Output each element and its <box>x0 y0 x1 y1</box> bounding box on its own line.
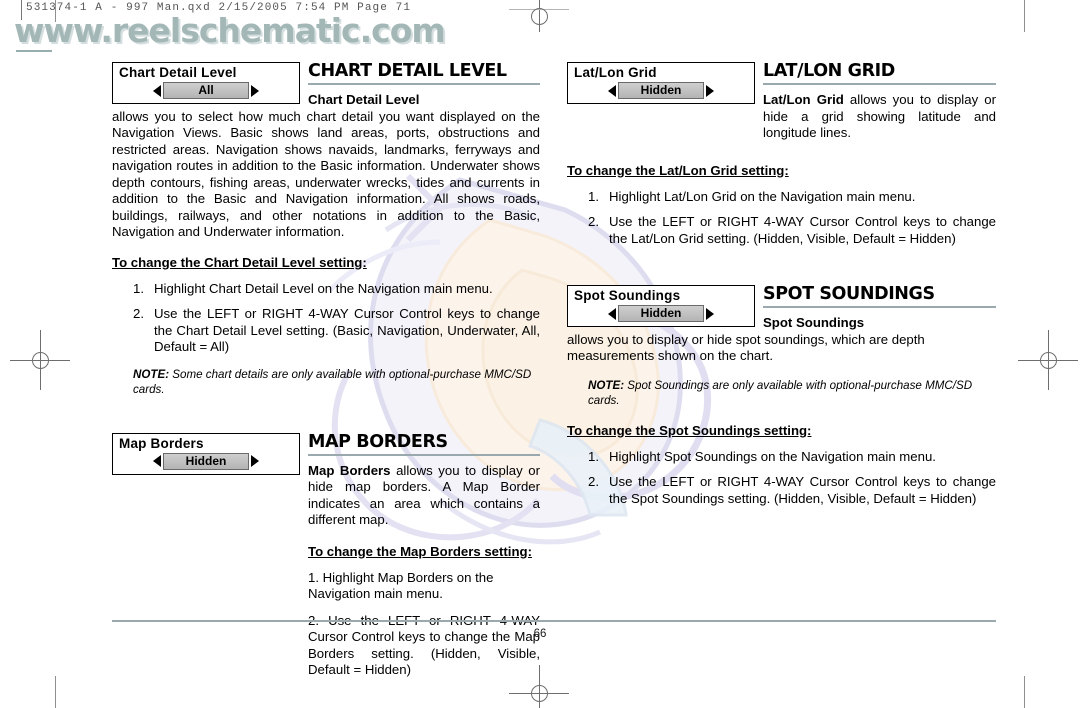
document-page: 531374-1 A - 997 Man.qxd 2/15/2005 7:54 … <box>0 0 1080 708</box>
watermark-underline <box>16 50 52 52</box>
heading-rule <box>763 83 996 85</box>
crop-bar-bottom-left <box>55 676 56 708</box>
steps-chart-detail-level: 1. Highlight Chart Detail Level on the N… <box>112 281 540 356</box>
section-heading: CHART DETAIL LEVEL <box>308 61 507 81</box>
subheading-chart-detail-level: To change the Chart Detail Level setting… <box>112 254 367 270</box>
intro-bold-term: Spot Soundings <box>763 315 865 330</box>
step-text: Use the LEFT or RIGHT 4-WAY Cursor Contr… <box>609 214 996 246</box>
steps-lat-lon-grid: 1. Highlight Lat/Lon Grid on the Navigat… <box>567 189 996 248</box>
section-map-borders: Map Borders Hidden MAP BORDERS Map Borde… <box>112 431 540 679</box>
right-arrow-icon[interactable] <box>706 307 714 320</box>
section-heading: MAP BORDERS <box>308 431 448 452</box>
heading-rule <box>308 83 540 85</box>
section-body: Lat/Lon Grid allows you to display or hi… <box>763 92 996 142</box>
intro-paragraph-lead: Chart Detail Level <box>308 92 540 109</box>
step-number: 2. <box>588 214 599 229</box>
registration-mark-right <box>1018 330 1078 390</box>
section-body: allows you to display or hide spot sound… <box>567 331 925 364</box>
section-chart-detail-level: Chart Detail Level All CHART DETAIL LEVE… <box>112 62 540 397</box>
crop-bar-bottom-right <box>1024 676 1025 708</box>
step-text: Highlight Lat/Lon Grid on the Navigation… <box>609 188 916 204</box>
step-number: 1. <box>588 188 599 204</box>
step-number: 2. <box>588 474 599 489</box>
section-spot-soundings: Spot Soundings Hidden SPOT SOUNDINGS Spo… <box>567 285 996 507</box>
section-body: Map Borders allows you to display or hid… <box>308 463 540 529</box>
heading-rule <box>763 306 996 308</box>
step-text: Highlight Spot Soundings on the Navigati… <box>609 448 936 464</box>
step-item: 1. Highlight Map Borders on the Navigati… <box>308 569 494 602</box>
step-item: 1. Highlight Chart Detail Level on the N… <box>112 281 540 298</box>
section-body: allows you to select how much chart deta… <box>112 108 540 240</box>
note-label: NOTE: <box>588 378 625 392</box>
registration-mark-left <box>10 330 70 390</box>
footer-rule <box>112 620 996 622</box>
note-label: NOTE: <box>133 367 170 381</box>
registration-mark-top <box>509 0 569 32</box>
page-number: 66 <box>533 628 547 640</box>
menu-widget-value[interactable]: Hidden <box>163 452 249 470</box>
step-item: 2. Use the LEFT or RIGHT 4-WAY Cursor Co… <box>112 306 540 356</box>
menu-widget-spot-soundings[interactable]: Spot Soundings Hidden <box>567 285 755 327</box>
step-text: Use the LEFT or RIGHT 4-WAY Cursor Contr… <box>609 474 996 506</box>
left-arrow-icon[interactable] <box>153 455 161 467</box>
steps-spot-soundings: 1. Highlight Spot Soundings on the Navig… <box>567 449 996 508</box>
subheading-spot-soundings: To change the Spot Soundings setting: <box>567 422 812 438</box>
menu-widget-chart-detail-level[interactable]: Chart Detail Level All <box>112 62 300 104</box>
step-number: 1. <box>588 448 599 464</box>
menu-widget-value[interactable]: Hidden <box>618 82 704 99</box>
right-column: Lat/Lon Grid Hidden LAT/LON GRID Lat/Lon… <box>567 62 996 507</box>
step-item: 1. Highlight Lat/Lon Grid on the Navigat… <box>567 189 996 206</box>
step-item: 2. Use the LEFT or RIGHT 4-WAY Cursor Co… <box>567 474 996 507</box>
right-arrow-icon[interactable] <box>706 84 714 97</box>
step-item: 2. Use the LEFT or RIGHT 4-WAY Cursor Co… <box>567 214 996 247</box>
left-arrow-icon[interactable] <box>153 84 161 97</box>
step-number: 2. <box>133 306 144 321</box>
step-number: 1. <box>133 280 144 296</box>
note-text: Some chart details are only available wi… <box>133 367 532 396</box>
subheading-lat-lon-grid: To change the Lat/Lon Grid setting: <box>567 162 789 178</box>
section-heading: SPOT SOUNDINGS <box>763 284 935 304</box>
step-text: Highlight Chart Detail Level on the Navi… <box>154 280 493 296</box>
step-text: Use the LEFT or RIGHT 4-WAY Cursor Contr… <box>154 306 540 354</box>
right-arrow-icon[interactable] <box>251 455 259 467</box>
note-text: Spot Soundings are only available with o… <box>588 378 973 407</box>
step-item: 1. Highlight Spot Soundings on the Navig… <box>567 449 996 466</box>
section-lat-lon-grid: Lat/Lon Grid Hidden LAT/LON GRID Lat/Lon… <box>567 62 996 247</box>
intro-paragraph-lead: Spot Soundings <box>763 315 996 332</box>
intro-bold-term: Map Borders <box>308 462 391 478</box>
menu-widget-title: Spot Soundings <box>574 288 681 303</box>
subheading-map-borders: To change the Map Borders setting: <box>308 543 532 559</box>
menu-widget-title: Chart Detail Level <box>119 65 237 80</box>
menu-widget-lat-lon-grid[interactable]: Lat/Lon Grid Hidden <box>567 62 755 104</box>
crop-bar-top-right <box>1024 0 1025 32</box>
menu-widget-map-borders[interactable]: Map Borders Hidden <box>112 432 300 475</box>
site-watermark: www.reelschematic.com <box>14 11 446 50</box>
left-arrow-icon[interactable] <box>608 307 616 320</box>
menu-widget-title: Map Borders <box>119 435 204 451</box>
menu-widget-title: Lat/Lon Grid <box>574 65 657 80</box>
note-spot-soundings: NOTE: Spot Soundings are only available … <box>567 378 996 408</box>
left-arrow-icon[interactable] <box>608 84 616 97</box>
left-column: Chart Detail Level All CHART DETAIL LEVE… <box>112 62 540 679</box>
menu-widget-value[interactable]: Hidden <box>618 305 704 322</box>
step-item: 2. Use the LEFT or RIGHT 4-WAY Cursor Co… <box>308 613 540 678</box>
section-heading: LAT/LON GRID <box>763 61 895 81</box>
intro-bold-term: Lat/Lon Grid <box>763 92 844 107</box>
note-chart-detail-level: NOTE: Some chart details are only availa… <box>112 367 540 397</box>
menu-widget-value[interactable]: All <box>163 82 249 99</box>
intro-bold-term: Chart Detail Level <box>308 92 420 107</box>
heading-rule <box>308 453 540 456</box>
right-arrow-icon[interactable] <box>251 84 259 97</box>
